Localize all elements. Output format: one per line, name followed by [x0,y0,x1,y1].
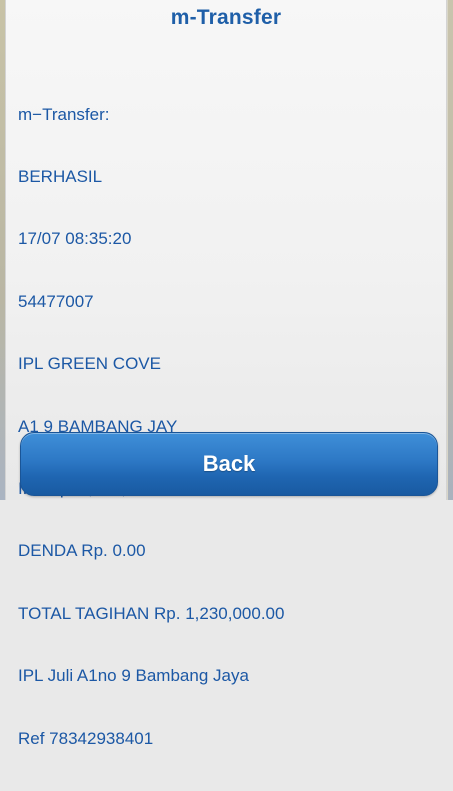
message-line-header: m−Transfer: [18,104,110,124]
message-line-account-number: 54477007 [18,291,94,311]
message-line-status: BERHASIL [18,166,103,186]
message-line-total: TOTAL TAGIHAN Rp. 1,230,000.00 [18,603,285,623]
message-line-payee: IPL GREEN COVE [18,354,161,374]
dialog-title: m-Transfer [170,6,282,29]
message-line-datetime: 17/07 08:35:20 [18,229,132,249]
message-line-reference: Ref 78342938401 [18,728,154,748]
message-line-penalty: DENDA Rp. 0.00 [18,541,146,561]
transfer-result-dialog: m-Transfer m−Transfer: BERHASIL 17/07 08… [5,0,447,748]
background-edge-right [448,0,453,500]
dialog-message: m−Transfer: BERHASIL 17/07 08:35:20 5447… [18,63,438,791]
back-button-label: Back [202,451,256,476]
back-button[interactable]: Back [20,432,438,496]
message-line-description: IPL Juli A1no 9 Bambang Jaya [18,666,249,686]
